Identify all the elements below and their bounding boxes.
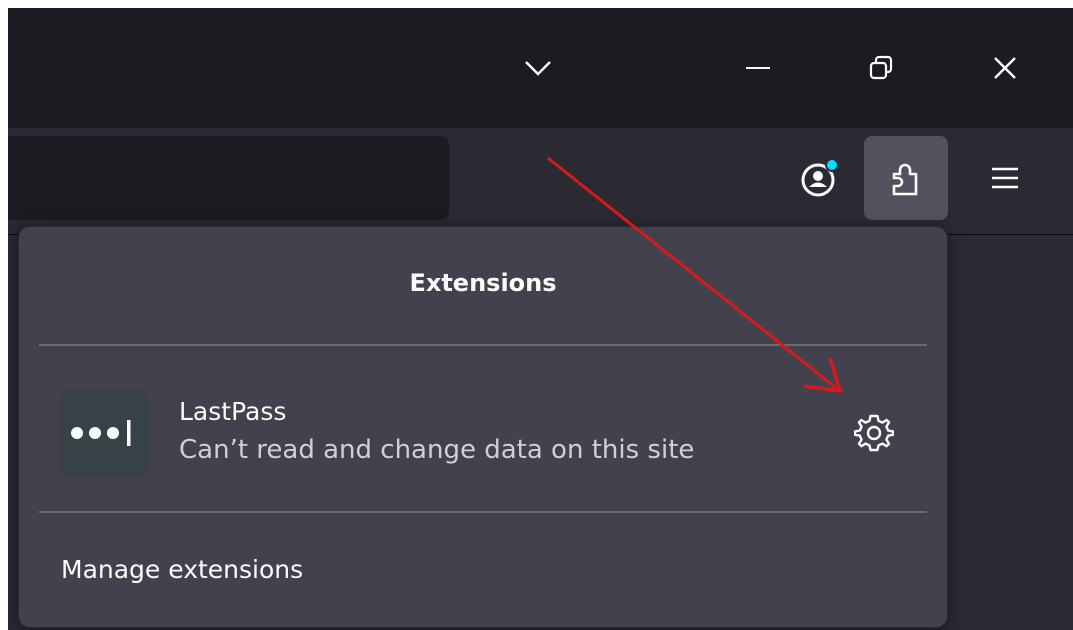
account-button[interactable] xyxy=(778,136,862,220)
account-icon xyxy=(801,158,839,197)
account-badge xyxy=(825,158,839,172)
hamburger-menu-icon xyxy=(992,167,1018,189)
application-menu-button[interactable] xyxy=(963,136,1047,220)
list-all-tabs-button[interactable] xyxy=(508,38,568,98)
panel-title: Extensions xyxy=(409,269,557,297)
extensions-button[interactable] xyxy=(864,136,948,220)
extensions-panel: Extensions LastPass Can’t read and chang… xyxy=(18,226,948,628)
divider xyxy=(39,344,927,346)
browser-window: Extensions LastPass Can’t read and chang… xyxy=(8,8,1073,630)
puzzle-piece-icon xyxy=(892,163,918,196)
lastpass-icon xyxy=(61,390,147,476)
restore-icon xyxy=(869,55,893,80)
extension-settings-button[interactable] xyxy=(849,407,899,457)
chevron-down-icon xyxy=(525,61,551,76)
divider xyxy=(39,511,927,513)
close-window-button[interactable] xyxy=(975,38,1035,98)
minimize-icon xyxy=(746,67,770,69)
restore-button[interactable] xyxy=(851,38,911,98)
close-icon xyxy=(994,57,1016,79)
extension-name: LastPass xyxy=(179,397,287,426)
minimize-button[interactable] xyxy=(728,38,788,98)
title-bar xyxy=(8,8,1073,128)
extension-permission-text: Can’t read and change data on this site xyxy=(179,435,695,465)
manage-extensions-link[interactable]: Manage extensions xyxy=(61,555,303,584)
extension-item-lastpass[interactable]: LastPass Can’t read and change data on t… xyxy=(19,362,947,492)
gear-icon xyxy=(854,414,894,452)
url-bar[interactable] xyxy=(8,136,449,220)
